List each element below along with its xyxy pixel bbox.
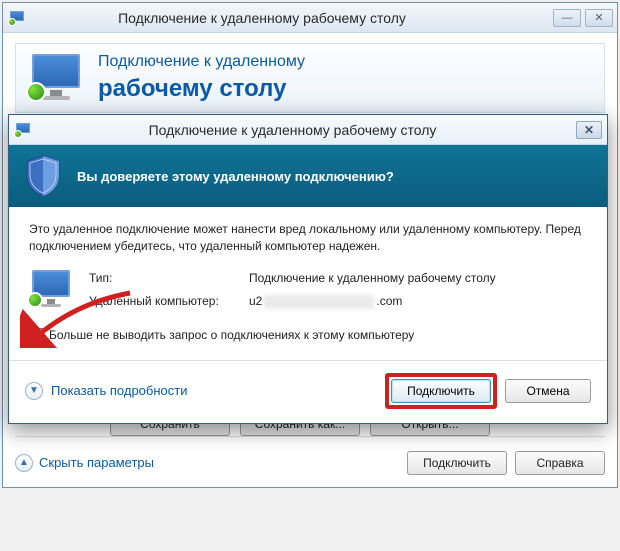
trust-question-bar: Вы доверяете этому удаленному подключени… [9,145,607,207]
trust-dialog-titlebar: Подключение к удаленному рабочему столу … [9,115,607,145]
dont-ask-again-label: Больше не выводить запрос о подключениях… [49,327,414,344]
show-details-label: Показать подробности [51,383,187,398]
rdc-connection-icon [29,270,73,310]
redacted-host [264,295,374,309]
rdc-header-banner: Подключение к удаленному рабочему столу [15,43,605,113]
dont-ask-again-checkbox[interactable] [29,328,43,342]
trust-dialog-title: Подключение к удаленному рабочему столу [37,122,576,138]
chevron-down-icon: ▼ [25,382,43,400]
type-label: Тип: [89,270,249,287]
rdc-app-icon [15,123,31,137]
dialog-connect-button[interactable]: Подключить [391,379,491,403]
bg-help-button[interactable]: Справка [515,451,605,475]
shield-icon [25,155,61,197]
type-value: Подключение к удаленному рабочему столу [249,270,496,287]
dont-ask-again-row[interactable]: Больше не выводить запрос о подключениях… [29,327,587,344]
trust-warning-text: Это удаленное подключение может нанести … [29,221,587,256]
dialog-cancel-button[interactable]: Отмена [505,379,591,403]
dialog-close-button[interactable]: ✕ [576,121,602,139]
minimize-button[interactable]: — [553,9,581,27]
hide-options-toggle[interactable]: ▲ Скрыть параметры [15,454,154,472]
rdc-logo-icon [28,54,84,102]
rdc-main-titlebar: Подключение к удаленному рабочему столу … [3,3,617,33]
trust-dialog: Подключение к удаленному рабочему столу … [8,114,608,424]
remote-computer-label: Удаленный компьютер: [89,293,249,310]
banner-line1: Подключение к удаленному [98,52,305,73]
rdc-main-title: Подключение к удаленному рабочему столу [31,10,553,26]
bg-connect-button[interactable]: Подключить [407,451,507,475]
chevron-up-icon: ▲ [15,454,33,472]
hide-options-label: Скрыть параметры [39,455,154,470]
remote-computer-value: u2.com [249,293,402,310]
trust-question-text: Вы доверяете этому удаленному подключени… [77,169,394,184]
banner-line2: рабочему столу [98,73,305,104]
rdc-app-icon [9,11,25,25]
connect-highlight-annotation: Подключить [385,373,497,409]
show-details-toggle[interactable]: ▼ Показать подробности [25,382,187,400]
close-button[interactable]: ✕ [585,9,613,27]
